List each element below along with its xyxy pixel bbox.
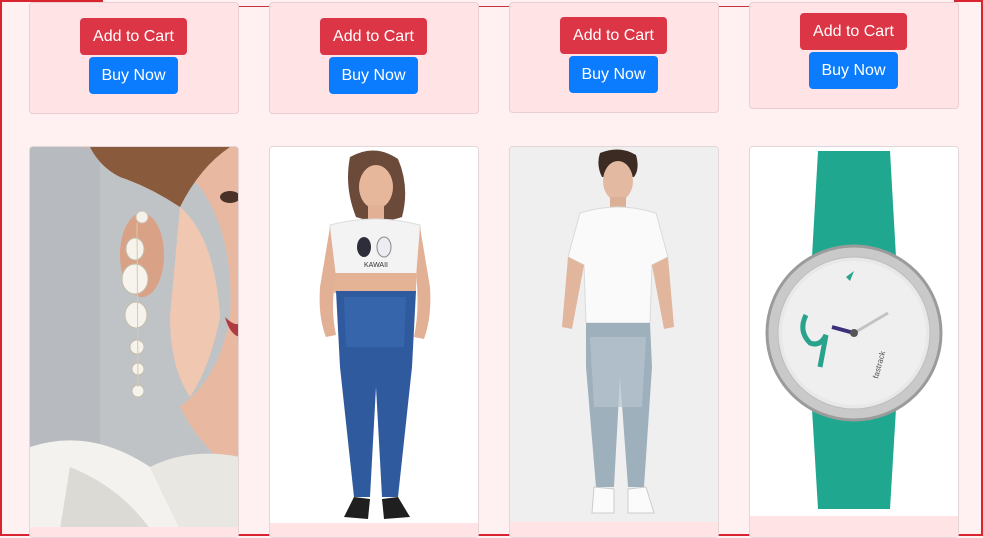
product-card-footer — [510, 522, 718, 537]
shirt-print-text: KAWAII — [364, 262, 388, 269]
add-to-cart-button[interactable]: Add to Cart — [800, 13, 907, 50]
buy-now-button[interactable]: Buy Now — [329, 57, 418, 94]
product-card-earrings[interactable] — [29, 146, 239, 538]
product-card-crop-top-jeans[interactable]: KAWAII — [269, 146, 479, 538]
product-card-actions-1: Add to Cart Buy Now — [29, 2, 239, 114]
product-image-earrings[interactable] — [30, 147, 239, 529]
buy-now-button[interactable]: Buy Now — [89, 57, 178, 94]
product-card-footer — [270, 523, 478, 537]
product-image-tee-jeans[interactable] — [510, 147, 719, 524]
product-card-actions-4: Add to Cart Buy Now — [749, 2, 959, 109]
add-to-cart-button[interactable]: Add to Cart — [80, 18, 187, 55]
add-to-cart-button[interactable]: Add to Cart — [320, 18, 427, 55]
buy-now-button[interactable]: Buy Now — [809, 52, 898, 89]
product-image-crop-top-jeans[interactable]: KAWAII — [270, 147, 479, 525]
product-card-footer — [750, 516, 958, 537]
add-to-cart-button[interactable]: Add to Cart — [560, 17, 667, 54]
product-card-actions-3: Add to Cart Buy Now — [509, 2, 719, 113]
product-image-wristwatch[interactable]: fastrack — [750, 147, 959, 518]
product-card-tee-jeans[interactable] — [509, 146, 719, 538]
buy-now-button[interactable]: Buy Now — [569, 56, 658, 93]
product-card-wristwatch[interactable]: fastrack — [749, 146, 959, 538]
product-card-actions-2: Add to Cart Buy Now — [269, 2, 479, 114]
